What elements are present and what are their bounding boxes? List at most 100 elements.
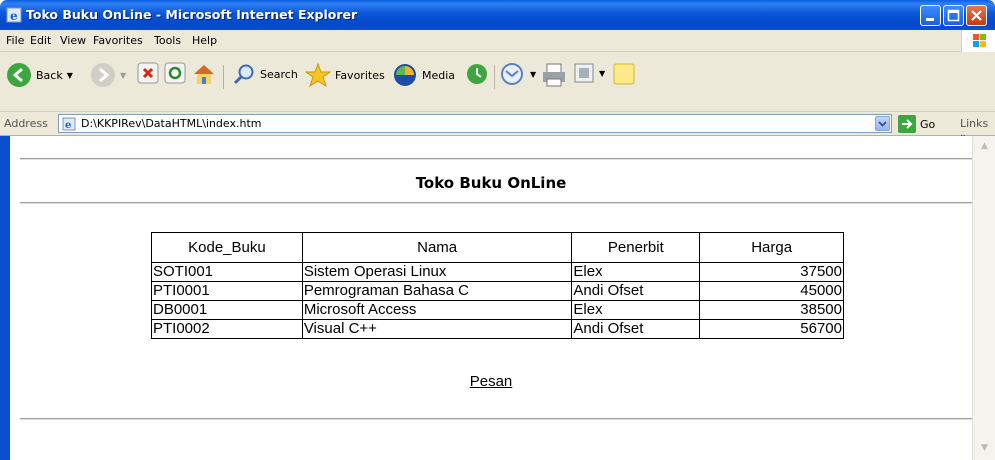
close-icon [971,10,982,21]
menu-bar: File Edit View Favorites Tools Help [0,30,995,52]
messenger-button[interactable] [612,62,636,86]
favorites-button[interactable]: Favorites [305,62,385,88]
book-title: Pemrograman Bahasa C [301,281,573,301]
address-input[interactable]: e D:\KKPIRev\DataHTML\index.htm [58,114,892,133]
book-code: SOTI001 [151,262,303,282]
search-label: Search [260,67,298,81]
book-publisher: Andi Ofset [571,281,701,301]
menu-tools[interactable]: Tools [154,34,181,47]
address-dropdown-button[interactable] [875,116,890,131]
maximize-icon [947,9,960,22]
scroll-up-icon[interactable]: ▲ [976,138,993,155]
table-row: DB0001 Microsoft Access Elex 38500 [151,300,844,320]
windows-flag-icon [973,34,986,47]
table-row: PTI0001 Pemrograman Bahasa C Andi Ofset … [151,281,844,301]
address-bar: Address e D:\KKPIRev\DataHTML\index.htm … [0,112,995,143]
column-header: Penerbit [571,232,701,263]
mail-button[interactable]: ▼ [500,62,536,86]
book-title: Sistem Operasi Linux [301,262,573,282]
history-icon [467,64,487,84]
svg-text:e: e [65,120,71,131]
book-code: DB0001 [151,300,303,320]
mail-icon [501,63,523,85]
mail-dropdown-icon[interactable]: ▼ [530,70,536,79]
media-icon [394,64,416,86]
table-row: SOTI001 Sistem Operasi Linux Elex 37500 [151,262,844,282]
menu-favorites[interactable]: Favorites [93,34,143,47]
column-header: Harga [699,232,844,263]
book-price: 38500 [699,300,844,320]
home-icon [194,65,214,84]
edit-dropdown-icon[interactable]: ▼ [599,69,605,78]
windows-logo [961,30,995,52]
divider [20,418,980,420]
go-button[interactable]: Go [898,115,935,133]
book-price: 45000 [699,281,844,301]
print-button[interactable] [541,62,567,88]
minimize-button[interactable] [920,5,941,26]
search-button[interactable]: Search [232,62,298,86]
forward-arrow-icon [91,63,115,87]
stop-icon [137,62,159,84]
menu-view[interactable]: View [60,34,86,47]
title-bar[interactable]: e Toko Buku OnLine - Microsoft Internet … [0,0,995,30]
forward-button[interactable]: ▼ [90,62,126,88]
svg-text:e: e [10,9,18,23]
minimize-icon [926,18,934,21]
column-header: Nama [301,232,573,263]
refresh-button[interactable] [164,62,186,84]
book-code: PTI0002 [151,319,303,339]
media-label: Media [422,68,456,82]
history-button[interactable] [465,62,489,86]
stop-button[interactable] [137,62,159,84]
page-heading: Toko Buku OnLine [415,174,567,192]
book-price: 37500 [699,262,844,282]
vertical-scrollbar[interactable]: ▲ ▼ [972,136,995,460]
order-link[interactable]: Pesan [470,373,513,390]
book-code: PTI0001 [151,281,303,301]
book-title: Visual C++ [301,319,573,339]
address-label: Address [4,117,48,130]
chevron-down-icon [878,121,887,127]
search-icon [233,64,254,85]
go-arrow-icon [898,115,916,133]
divider [20,158,980,160]
toolbar: Back ▼ ▼ Search Favorites Media ▼ ▼ [0,52,995,112]
table-header-row: Kode_Buku Nama Penerbit Harga [151,232,844,263]
menu-edit[interactable]: Edit [30,34,51,47]
book-table: Kode_Buku Nama Penerbit Harga SOTI001 Si… [151,232,844,339]
page-content: Toko Buku OnLine Kode_Buku Nama Penerbit… [10,136,980,460]
book-publisher: Elex [571,300,701,320]
refresh-icon [164,62,186,84]
scroll-down-icon[interactable]: ▼ [976,440,993,457]
go-label: Go [920,117,936,131]
address-url: D:\KKPIRev\DataHTML\index.htm [81,117,262,130]
forward-dropdown-icon[interactable]: ▼ [120,71,126,80]
window-border [0,136,10,460]
printer-icon [543,63,565,87]
back-label: Back [36,68,63,82]
book-publisher: Andi Ofset [571,319,701,339]
note-icon [613,63,635,85]
back-arrow-icon [7,63,31,87]
maximize-button[interactable] [943,5,964,26]
close-button[interactable] [966,5,987,26]
media-button[interactable]: Media [392,62,455,88]
column-header: Kode_Buku [151,232,303,263]
menu-help[interactable]: Help [192,34,217,47]
book-price: 56700 [699,319,844,339]
back-dropdown-icon[interactable]: ▼ [67,71,73,80]
page-icon: e [62,117,76,131]
book-publisher: Elex [571,262,701,282]
ie-icon: e [6,7,22,23]
home-button[interactable] [192,62,216,86]
divider [20,202,980,204]
book-title: Microsoft Access [301,300,573,320]
back-button[interactable]: Back ▼ [6,62,73,88]
table-row: PTI0002 Visual C++ Andi Ofset 56700 [151,319,844,339]
links-label: Links [960,117,989,130]
menu-file[interactable]: File [6,34,24,47]
order-link-container: Pesan [10,373,972,390]
edit-button[interactable]: ▼ [573,62,605,84]
star-icon [305,62,331,88]
